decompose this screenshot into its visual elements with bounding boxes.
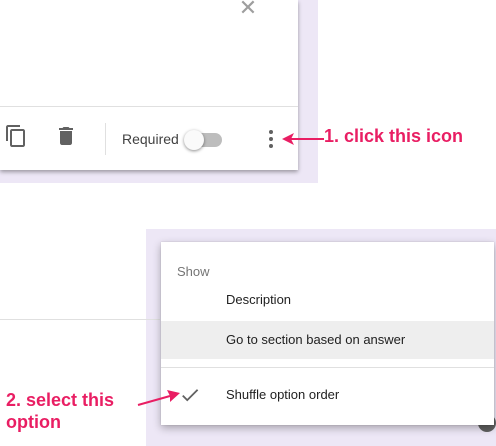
menu-item-description[interactable]: Description (161, 281, 494, 319)
annotation-step-2-line2: option (6, 412, 61, 432)
options-menu: Show Description Go to section based on … (161, 242, 494, 425)
menu-item-shuffle-option-order[interactable]: Shuffle option order (161, 376, 494, 414)
close-icon[interactable]: ✕ (236, 0, 260, 20)
card-footer-divider (0, 106, 298, 107)
footer-vertical-divider (105, 123, 106, 155)
annotation-arrow-2 (137, 390, 180, 406)
menu-item-label: Shuffle option order (226, 387, 340, 402)
required-toggle[interactable] (184, 128, 226, 152)
annotation-step-2-line1: 2. select this (6, 390, 115, 410)
menu-header: Show (177, 264, 210, 279)
delete-icon[interactable] (54, 124, 78, 148)
menu-item-label: Go to section based on answer (226, 332, 406, 347)
menu-item-label: Description (226, 292, 292, 307)
menu-item-go-to-section[interactable]: Go to section based on answer (161, 321, 494, 359)
menu-divider (161, 367, 494, 368)
toggle-knob (184, 130, 204, 150)
required-label: Required (122, 131, 179, 147)
duplicate-icon[interactable] (4, 124, 28, 148)
form-card-divider (0, 319, 160, 320)
annotation-step-1: 1. click this icon (324, 126, 464, 146)
annotation-arrow-1 (282, 133, 324, 145)
annotation-step-2: 2. select this option (6, 389, 114, 433)
